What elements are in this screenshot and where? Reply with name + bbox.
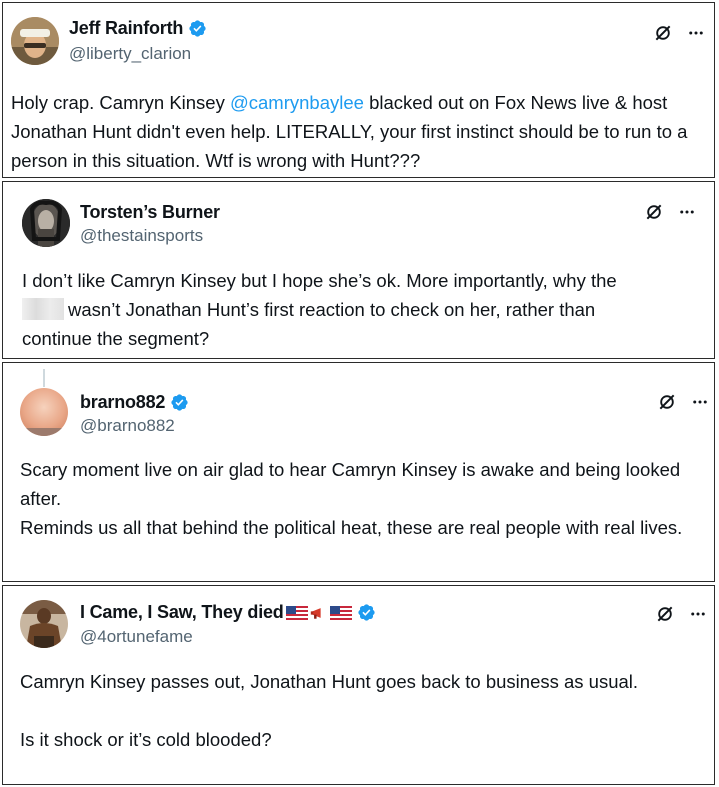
verified-badge-icon (357, 604, 375, 621)
author-handle[interactable]: @thestainsports (80, 226, 203, 246)
more-options-icon[interactable] (687, 24, 705, 42)
author-handle[interactable]: @liberty_clarion (69, 44, 191, 64)
author-name[interactable]: Torsten’s Burner (80, 202, 220, 223)
more-options-icon[interactable] (689, 605, 707, 623)
post-text-line: I don’t like Camryn Kinsey but I hope sh… (22, 270, 617, 291)
more-options-icon[interactable] (678, 203, 696, 221)
mention-link[interactable]: @camrynbaylee (230, 92, 364, 113)
post-text: Scary moment live on air glad to hear Ca… (20, 455, 710, 542)
avatar[interactable] (20, 600, 68, 648)
post-text: Camryn Kinsey passes out, Jonathan Hunt … (20, 667, 710, 754)
post-text-part: Holy crap. Camryn Kinsey (11, 92, 230, 113)
grok-icon[interactable] (657, 392, 677, 412)
post-paragraph: Scary moment live on air glad to hear Ca… (20, 459, 681, 509)
avatar[interactable] (22, 199, 70, 247)
verified-badge-icon (189, 20, 206, 37)
more-options-icon[interactable] (691, 393, 709, 411)
us-flag-emoji-icon (285, 605, 308, 620)
author-name[interactable]: Jeff Rainforth (69, 18, 183, 39)
redacted-word (22, 298, 64, 320)
post-paragraph: Reminds us all that behind the political… (20, 517, 683, 538)
us-flag-emoji-icon (329, 605, 352, 620)
post-text-part: wasn’t Jonathan Hunt’s first reaction to… (68, 299, 596, 320)
post-paragraph: Is it shock or it’s cold blooded? (20, 729, 272, 750)
post-text: I don’t like Camryn Kinsey but I hope sh… (22, 266, 710, 353)
post-card[interactable]: Jeff Rainforth @liberty_clarion Holy cra… (2, 2, 715, 178)
post-card[interactable]: Torsten’s Burner @thestainsports I don’t… (2, 181, 715, 359)
author-name[interactable]: I Came, I Saw, They died (80, 602, 284, 623)
verified-badge-icon (171, 394, 188, 411)
grok-icon[interactable] (644, 202, 664, 222)
post-text: Holy crap. Camryn Kinsey @camrynbaylee b… (11, 88, 711, 175)
megaphone-emoji-icon (310, 607, 321, 619)
post-card[interactable]: I Came, I Saw, They died @4ortunefame Ca… (2, 585, 715, 785)
post-card[interactable]: brarno882 @brarno882 Scary moment live o… (2, 362, 715, 582)
avatar[interactable] (11, 17, 59, 65)
thread-line (43, 369, 45, 387)
grok-icon[interactable] (653, 23, 673, 43)
avatar[interactable] (20, 388, 68, 436)
post-text-line: continue the segment? (22, 328, 210, 349)
grok-icon[interactable] (655, 604, 675, 624)
author-handle[interactable]: @brarno882 (80, 416, 175, 436)
post-paragraph: Camryn Kinsey passes out, Jonathan Hunt … (20, 671, 639, 692)
post-text-line: wasn’t Jonathan Hunt’s first reaction to… (22, 295, 710, 324)
author-handle[interactable]: @4ortunefame (80, 627, 193, 647)
author-name[interactable]: brarno882 (80, 392, 165, 413)
